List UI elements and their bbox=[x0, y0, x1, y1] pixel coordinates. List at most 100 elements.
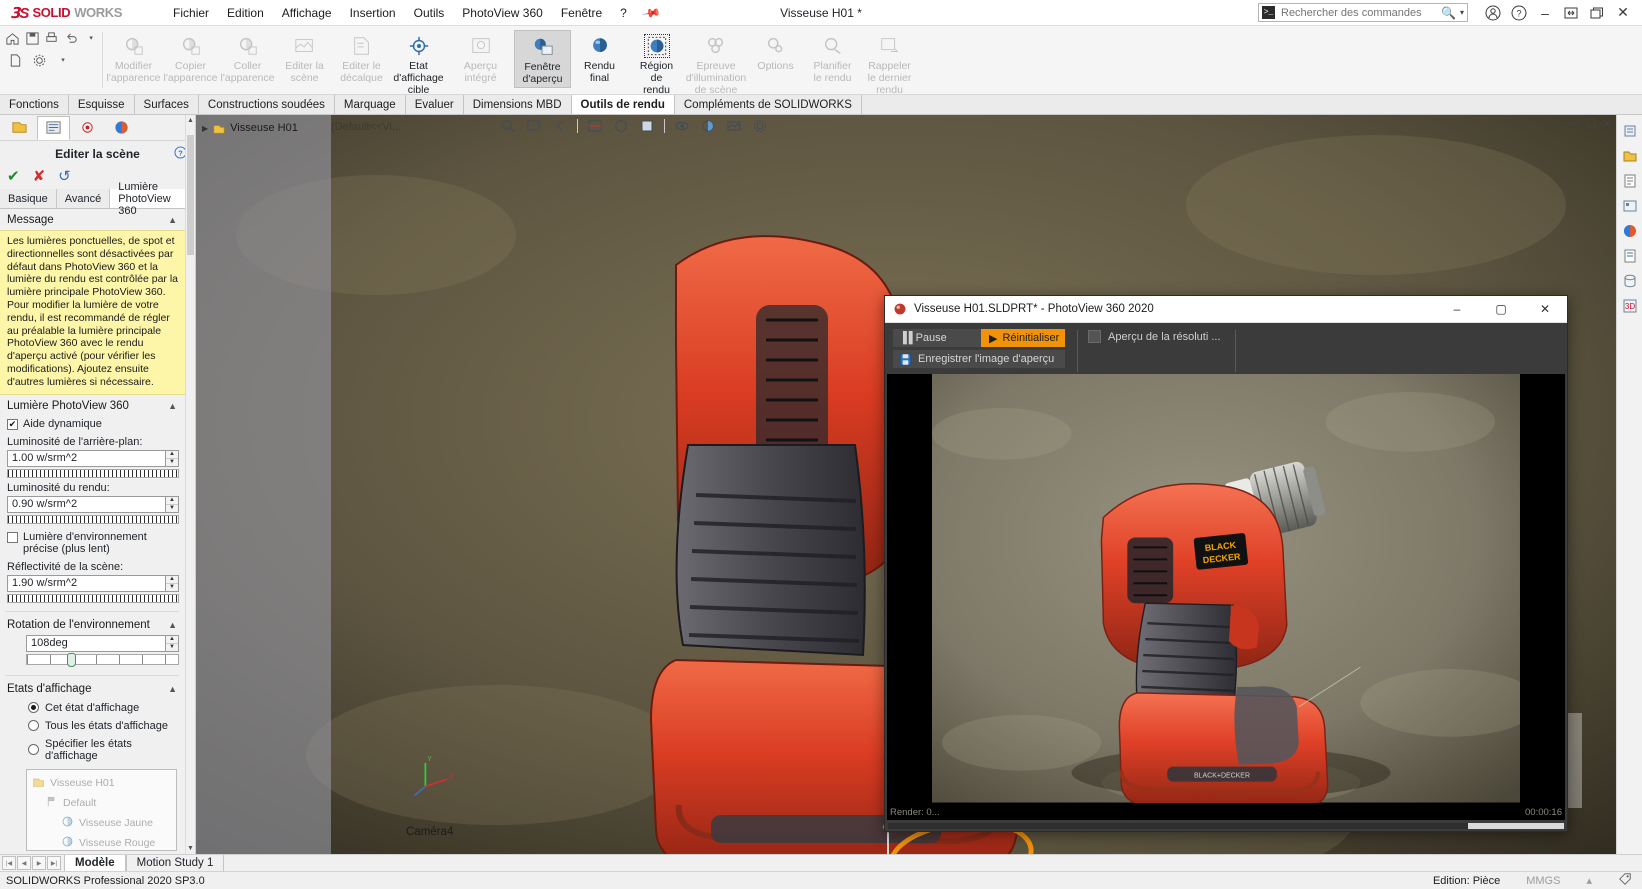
rotation-field[interactable]: 108deg ▲ ▼ bbox=[26, 634, 179, 652]
stepper-up-icon[interactable]: ▲ bbox=[166, 451, 178, 459]
resources-icon[interactable] bbox=[1620, 121, 1640, 141]
stepper-up-icon[interactable]: ▲ bbox=[166, 497, 178, 505]
scene-reflectivity-slider[interactable] bbox=[7, 593, 179, 603]
command-tab-constructions-soud-es[interactable]: Constructions soudées bbox=[198, 95, 335, 114]
cancel-button[interactable]: ✘ bbox=[33, 167, 46, 185]
search-input[interactable] bbox=[1279, 5, 1438, 20]
background-brightness-stepper[interactable]: ▲ ▼ bbox=[165, 449, 179, 467]
chevron-up-icon[interactable]: ▲ bbox=[168, 215, 177, 225]
accurate-env-checkbox[interactable] bbox=[7, 531, 18, 543]
background-brightness-value[interactable]: 1.00 w/srm^2 bbox=[7, 449, 165, 467]
rotation-slider-handle[interactable] bbox=[67, 652, 76, 667]
render-brightness-field[interactable]: 0.90 w/srm^2 ▲ ▼ bbox=[7, 495, 179, 513]
scroll-up-arrow-icon[interactable]: ▲ bbox=[186, 117, 195, 124]
chevron-up-icon[interactable]: ▲ bbox=[168, 620, 177, 630]
qat-chevron-down-icon[interactable]: ▾ bbox=[82, 28, 100, 48]
previous-view-icon[interactable] bbox=[548, 116, 572, 136]
command-tab-surfaces[interactable]: Surfaces bbox=[134, 95, 199, 114]
menu-item-outils[interactable]: Outils bbox=[405, 3, 454, 23]
new-doc-icon[interactable] bbox=[4, 50, 26, 70]
chevron-up-icon[interactable]: ▲ bbox=[168, 684, 177, 694]
stepper-up-icon[interactable]: ▲ bbox=[166, 576, 178, 584]
3dexperience-icon[interactable]: 3D bbox=[1620, 296, 1640, 316]
section-header-light[interactable]: Lumière PhotoView 360 ▲ bbox=[0, 395, 185, 416]
qat2-chevron-down-icon[interactable]: ▾ bbox=[52, 50, 74, 70]
rotation-stepper[interactable]: ▲ ▼ bbox=[165, 634, 179, 652]
chevron-down-icon[interactable]: ▾ bbox=[1460, 8, 1464, 17]
section-header-message[interactable]: Message ▲ bbox=[0, 209, 185, 230]
design-library-icon[interactable] bbox=[1620, 146, 1640, 166]
stepper-down-icon[interactable]: ▼ bbox=[166, 459, 178, 466]
ribbon-button-target-display-state[interactable]: Etat d'affichage cible bbox=[390, 30, 447, 96]
save-preview-image-button[interactable]: Enregistrer l'image d'aperçu bbox=[893, 350, 1065, 368]
command-tab-compl-ments-de-solidworks[interactable]: Compléments de SOLIDWORKS bbox=[674, 95, 862, 114]
feature-manager-tab[interactable] bbox=[3, 116, 36, 140]
display-state-option-1[interactable]: Tous les états d'affichage bbox=[0, 717, 185, 735]
ribbon-button-render-region[interactable]: Région de rendu bbox=[628, 30, 685, 96]
scene-reflectivity-value[interactable]: 1.90 w/srm^2 bbox=[7, 574, 165, 592]
menu-item-insertion[interactable]: Insertion bbox=[341, 3, 405, 23]
pm-subtab-lumi-re-photoview-360[interactable]: Lumière PhotoView 360 bbox=[110, 181, 195, 217]
model-tab-mod-le[interactable]: Modèle bbox=[64, 855, 126, 871]
maximize-button[interactable] bbox=[1584, 2, 1610, 24]
render-brightness-slider[interactable] bbox=[7, 514, 179, 524]
render-brightness-value[interactable]: 0.90 w/srm^2 bbox=[7, 495, 165, 513]
accurate-env-row[interactable]: Lumière d'environnement précise (plus le… bbox=[0, 524, 185, 557]
custom-properties-icon[interactable] bbox=[1620, 246, 1640, 266]
revert-button[interactable]: ↺ bbox=[58, 167, 71, 185]
radio-button[interactable] bbox=[28, 702, 39, 714]
chevron-up-icon[interactable]: ▲ bbox=[168, 401, 177, 411]
model-tab-motion-study-1[interactable]: Motion Study 1 bbox=[125, 855, 225, 871]
appearances-scenes-icon[interactable] bbox=[1620, 221, 1640, 241]
property-manager-scrollbar[interactable]: ▲ ▼ bbox=[185, 115, 195, 854]
command-tab-marquage[interactable]: Marquage bbox=[334, 95, 406, 114]
view-orientation-icon[interactable] bbox=[609, 116, 633, 136]
first-tab-icon[interactable]: |◀ bbox=[2, 856, 16, 870]
tag-icon[interactable] bbox=[1618, 872, 1632, 889]
display-state-tree-item[interactable]: Visseuse H01 bbox=[27, 773, 176, 793]
settings-icon[interactable] bbox=[28, 50, 50, 70]
ribbon-button-final-render[interactable]: Rendu final bbox=[571, 30, 628, 88]
pm-subtab-basique[interactable]: Basique bbox=[0, 189, 57, 208]
rotation-value[interactable]: 108deg bbox=[26, 634, 165, 652]
zoom-to-fit-icon[interactable] bbox=[496, 116, 520, 136]
feature-tree-root[interactable]: ▶ Visseuse H01 bbox=[196, 115, 331, 135]
menu-item-fenetre[interactable]: Fenêtre bbox=[552, 3, 611, 23]
photoview-360-dialog[interactable]: Visseuse H01.SLDPRT* - PhotoView 360 202… bbox=[884, 295, 1568, 832]
render-brightness-stepper[interactable]: ▲ ▼ bbox=[165, 495, 179, 513]
edit-appearance-icon[interactable] bbox=[696, 116, 720, 136]
menu-item-photoview-360[interactable]: PhotoView 360 bbox=[453, 3, 552, 23]
accept-button[interactable]: ✔ bbox=[7, 167, 20, 185]
view-settings-icon[interactable] bbox=[748, 116, 772, 136]
menu-item-fichier[interactable]: Fichier bbox=[164, 3, 218, 23]
menu-item-help[interactable]: ? bbox=[611, 3, 636, 23]
radio-button[interactable] bbox=[28, 720, 39, 732]
stepper-down-icon[interactable]: ▼ bbox=[166, 505, 178, 512]
dynamic-help-checkbox[interactable]: ✔ bbox=[7, 418, 18, 430]
help-icon[interactable]: ? bbox=[1506, 2, 1532, 24]
photoview-close-button[interactable]: ✕ bbox=[1523, 296, 1567, 322]
search-icon[interactable]: 🔍 bbox=[1441, 6, 1456, 20]
save-icon[interactable] bbox=[24, 28, 42, 48]
restore-width-button[interactable] bbox=[1558, 2, 1584, 24]
zoom-area-icon[interactable] bbox=[522, 116, 546, 136]
pause-button[interactable]: ▐▐ Pause bbox=[893, 332, 981, 344]
stepper-up-icon[interactable]: ▲ bbox=[166, 636, 178, 644]
display-state-tree[interactable]: Visseuse H01 Default Visseuse Jaune Visseus… bbox=[26, 768, 177, 851]
search-box[interactable]: >_ 🔍 ▾ bbox=[1258, 3, 1468, 22]
background-brightness-field[interactable]: 1.00 w/srm^2 ▲ ▼ bbox=[7, 449, 179, 467]
display-manager-tab[interactable] bbox=[105, 116, 138, 140]
display-state-tree-item[interactable]: Visseuse Jaune bbox=[27, 813, 176, 833]
section-view-icon[interactable] bbox=[583, 116, 607, 136]
last-tab-icon[interactable]: ▶| bbox=[47, 856, 61, 870]
pin-icon[interactable]: 📌 bbox=[641, 2, 661, 22]
command-tab-dimensions-mbd[interactable]: Dimensions MBD bbox=[463, 95, 572, 114]
command-tab-evaluer[interactable]: Evaluer bbox=[405, 95, 464, 114]
pdm-icon[interactable] bbox=[1620, 271, 1640, 291]
apply-scene-icon[interactable] bbox=[722, 116, 746, 136]
scrollbar-thumb[interactable] bbox=[187, 135, 194, 255]
menu-item-affichage[interactable]: Affichage bbox=[273, 3, 341, 23]
menu-item-edition[interactable]: Edition bbox=[218, 3, 273, 23]
scene-reflectivity-stepper[interactable]: ▲ ▼ bbox=[165, 574, 179, 592]
doc-minimize-button[interactable]: ▭ bbox=[1571, 117, 1581, 130]
